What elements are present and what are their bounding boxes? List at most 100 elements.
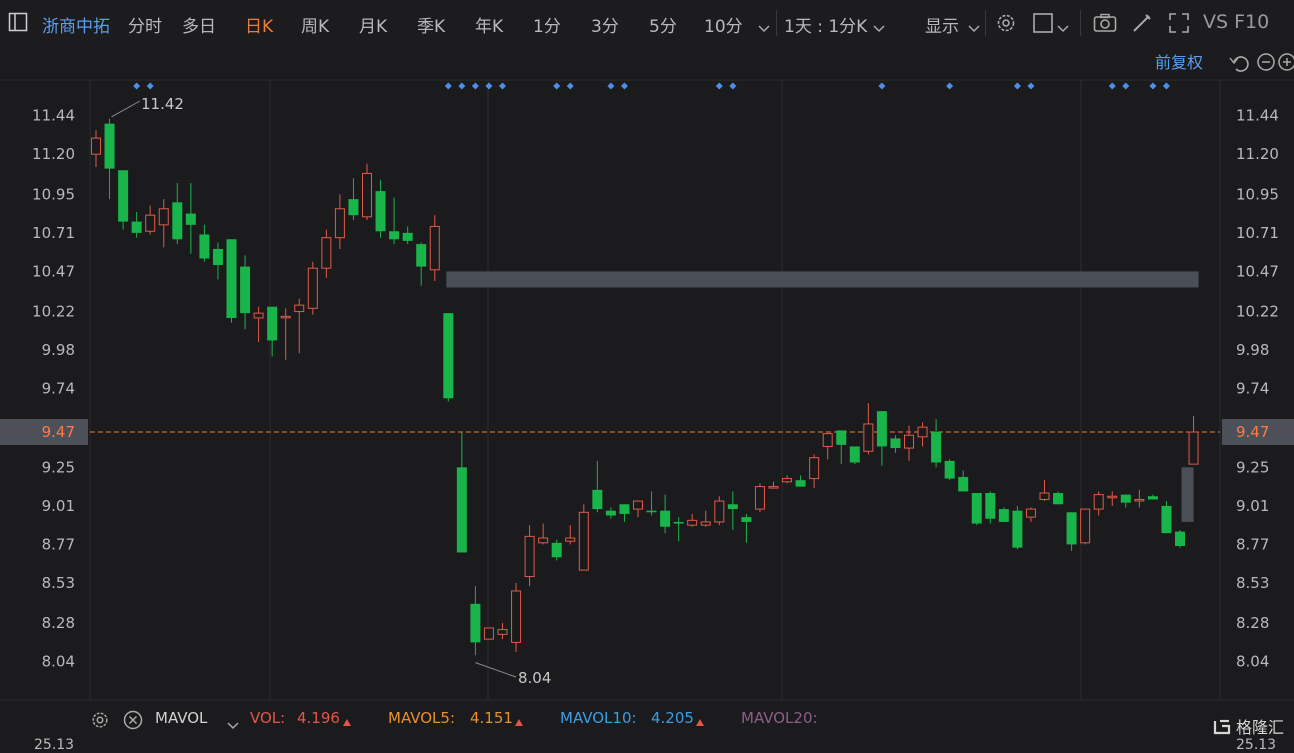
- candle-body: [619, 504, 630, 514]
- candle-body: [199, 234, 210, 259]
- chevron-down-icon[interactable]: [758, 18, 770, 37]
- tab-5min[interactable]: 5分: [649, 12, 677, 37]
- y-tick-label-left: 10.95: [32, 185, 75, 203]
- candle-body: [1175, 531, 1185, 547]
- chevron-down-icon[interactable]: [968, 18, 980, 37]
- tab-yearly-k[interactable]: 年K: [475, 12, 503, 37]
- candle-body: [931, 432, 942, 463]
- candle-body: [375, 191, 386, 232]
- tab-10min[interactable]: 10分: [704, 12, 743, 37]
- y-tick-label-left: 9.01: [42, 497, 75, 515]
- candle-body: [1039, 492, 1050, 500]
- candle: [578, 504, 589, 571]
- candle-body: [483, 627, 494, 640]
- chevron-down-icon[interactable]: [1057, 18, 1069, 37]
- grey-volume-bar: [1181, 467, 1194, 522]
- candle-body: [118, 170, 129, 222]
- vol-value: 4.196: [297, 709, 340, 727]
- candle-body: [809, 457, 820, 480]
- candle-body: [145, 214, 156, 232]
- candle: [1012, 505, 1023, 550]
- candle-body: [456, 467, 467, 553]
- candle-body: [185, 213, 196, 225]
- y-tick-label-right: 8.77: [1236, 535, 1269, 553]
- chevron-down-icon[interactable]: [873, 18, 885, 37]
- tab-1min[interactable]: 1分: [533, 12, 561, 37]
- fullscreen-icon[interactable]: [1168, 12, 1190, 38]
- candle-body: [863, 423, 874, 452]
- candle-body: [944, 460, 955, 479]
- tab-multiday[interactable]: 多日: [182, 12, 216, 37]
- candle-body: [538, 537, 549, 544]
- candle: [1161, 501, 1172, 534]
- toolbar: 浙商中拓 分时 多日 日K 周K 月K 季K 年K 1分 3分 5分 10分 1…: [0, 0, 1294, 46]
- candle-body: [443, 313, 454, 399]
- y-tick-label-left: 9.98: [42, 341, 75, 359]
- chevron-down-icon[interactable]: [227, 716, 239, 734]
- y-tick-label-right: 9.25: [1236, 458, 1269, 476]
- candle-body: [362, 172, 372, 218]
- candle: [754, 483, 765, 513]
- candle-body: [321, 237, 332, 269]
- tab-quarterly-k[interactable]: 季K: [417, 12, 445, 37]
- tab-3min[interactable]: 3分: [591, 12, 619, 37]
- candle-body: [958, 476, 969, 492]
- y-tick-label-left: 10.71: [32, 224, 75, 242]
- candle: [226, 239, 237, 323]
- y-tick-label-right: 10.22: [1236, 303, 1279, 321]
- candle-body: [985, 493, 996, 519]
- candle: [849, 446, 860, 465]
- candle-body: [768, 486, 779, 489]
- candle: [1175, 529, 1185, 548]
- candle: [971, 493, 982, 526]
- stock-name[interactable]: 浙商中拓: [42, 12, 110, 37]
- candle-body: [226, 239, 237, 318]
- candle-body: [646, 510, 657, 513]
- candle-body: [578, 511, 589, 571]
- display-menu[interactable]: 显示: [925, 12, 959, 37]
- camera-icon[interactable]: [1093, 13, 1117, 37]
- candle-body: [294, 304, 305, 313]
- candle-body: [971, 493, 982, 524]
- tab-timeshare[interactable]: 分时: [128, 12, 162, 37]
- candle-body: [904, 434, 914, 449]
- period-select[interactable]: 1天 : 1分K: [784, 12, 867, 37]
- square-icon[interactable]: [1033, 13, 1053, 37]
- candle-body: [836, 430, 847, 445]
- kline-chart[interactable]: 11.44 11.44 11.20 11.20 10.95 10.95 10.71 10.71…: [0, 46, 1294, 702]
- y-tick-label-right: 11.44: [1236, 107, 1279, 125]
- tab-monthly-k[interactable]: 月K: [359, 12, 387, 37]
- candle-body: [212, 248, 223, 265]
- candle-body: [1080, 508, 1091, 544]
- pencil-icon[interactable]: [1131, 12, 1153, 38]
- candle-body: [673, 521, 684, 524]
- y-tick-label-left: 9.25: [42, 458, 75, 476]
- candle-body: [1053, 493, 1064, 505]
- vs-f10-button[interactable]: VS F10: [1203, 11, 1269, 33]
- tab-daily-k[interactable]: 日K: [245, 12, 273, 37]
- candle-body: [714, 500, 725, 523]
- divider: [1080, 10, 1081, 36]
- candle: [985, 491, 996, 524]
- gear-icon[interactable]: [90, 710, 110, 734]
- undo-icon[interactable]: [1233, 56, 1249, 72]
- candle: [443, 313, 454, 402]
- candle-body: [1066, 512, 1077, 545]
- close-icon[interactable]: [123, 710, 143, 734]
- max-price-label: 11.42: [141, 95, 184, 113]
- resistance-zone: [446, 271, 1199, 288]
- tab-weekly-k[interactable]: 周K: [301, 12, 329, 37]
- candle-body: [917, 426, 928, 438]
- y-tick-label-right: 8.04: [1236, 653, 1269, 671]
- candle-body: [1188, 431, 1199, 465]
- adjust-mode-button[interactable]: 前复权: [1155, 53, 1203, 72]
- sidebar-toggle-icon[interactable]: [8, 12, 28, 36]
- mavol10-label: MAVOL10:: [560, 709, 637, 727]
- watermark-text: 格隆汇: [1236, 718, 1285, 737]
- candle-body: [267, 306, 278, 341]
- vol-label: VOL:: [250, 709, 286, 727]
- candle-body: [660, 510, 671, 527]
- indicator-name[interactable]: MAVOL: [155, 709, 207, 727]
- candle-body: [998, 509, 1009, 522]
- gear-icon[interactable]: [995, 12, 1017, 38]
